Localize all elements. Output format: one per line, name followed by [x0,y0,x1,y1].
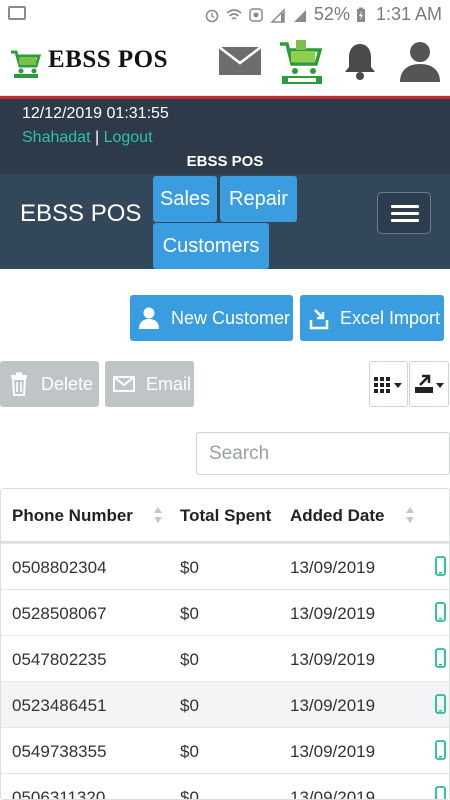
table-row[interactable]: 0506311320 $0 13/09/2019 [1,773,449,800]
app-logo-text: EBSS POS [48,46,169,73]
cell-total-spent: $0 [180,742,199,761]
cell-total-spent: $0 [180,604,199,623]
user-icon[interactable] [398,40,442,82]
grid-columns-icon [374,377,402,393]
mobile-phone-icon[interactable] [435,648,446,668]
cell-added-date: 13/09/2019 [290,558,376,577]
search-input[interactable] [196,432,450,475]
main-navbar: EBSS POS Sales Repair Customers [0,174,450,269]
table-row[interactable]: 0547802235 $0 13/09/2019 [1,635,449,681]
nav-repair[interactable]: Repair [220,176,297,222]
app-header: EBSS POS [0,30,450,96]
table-header: Phone Number Total Spent Added Date [1,489,449,543]
trash-icon [11,372,27,396]
signal-1-icon [270,7,285,23]
screenshot-notification-icon [8,6,26,20]
status-bar: 52% 1:31 AM [0,0,450,30]
mobile-phone-icon[interactable] [435,786,446,800]
table-row[interactable]: 0508802304 $0 13/09/2019 [1,543,449,589]
user-add-icon [139,307,159,329]
delete-button[interactable]: Delete [0,361,99,407]
cell-phone: 0508802304 [12,558,107,577]
wifi-icon [226,8,242,20]
new-customer-button[interactable]: New Customer [130,295,293,341]
mobile-phone-icon[interactable] [435,740,446,760]
status-icons: 52% 1:31 AM [204,4,442,25]
navbar-brand[interactable]: EBSS POS [20,200,141,228]
cell-phone: 0547802235 [12,650,107,669]
session-datetime: 12/12/2019 01:31:55 [22,105,169,122]
table-row[interactable]: 0528508067 $0 13/09/2019 [1,589,449,635]
cell-added-date: 13/09/2019 [290,742,376,761]
session-info-bar: 12/12/2019 01:31:55 Shahadat | Logout EB… [0,96,450,174]
cell-total-spent: $0 [180,558,199,577]
sort-icon[interactable] [405,505,415,525]
pos-cart-logo-icon [11,50,42,78]
logout-link[interactable]: Logout [104,129,153,146]
column-header-total-spent[interactable]: Total Spent [180,506,271,526]
username-link[interactable]: Shahadat [22,129,91,146]
columns-toggle-button[interactable] [369,361,408,407]
export-button[interactable] [409,361,449,407]
alarm-icon [205,9,219,22]
customers-table: Phone Number Total Spent Added Date 0508… [0,488,450,800]
mobile-phone-icon[interactable] [435,602,446,622]
cell-phone: 0549738355 [12,742,107,761]
column-header-phone[interactable]: Phone Number [12,506,133,526]
cell-total-spent: $0 [180,696,199,715]
sort-icon[interactable] [153,505,163,525]
new-customer-label: New Customer [171,308,291,328]
delete-label: Delete [41,374,94,394]
import-icon [309,309,329,330]
cell-added-date: 13/09/2019 [290,788,376,800]
pos-logo-icon[interactable] [276,38,328,86]
mail-icon[interactable] [218,44,262,78]
column-header-added-date[interactable]: Added Date [290,506,384,526]
envelope-icon [113,376,135,392]
mobile-phone-icon[interactable] [435,556,446,576]
clock: 1:31 AM [375,4,442,24]
battery-percent: 52% [313,4,350,24]
battery-charging-icon [356,7,365,22]
cell-added-date: 13/09/2019 [290,650,376,669]
cell-added-date: 13/09/2019 [290,696,376,715]
export-icon [415,374,444,393]
signal-2-icon [293,9,306,22]
nav-customers[interactable]: Customers [153,223,269,269]
mobile-phone-icon[interactable] [435,694,446,714]
cell-phone: 0528508067 [12,604,107,623]
excel-import-button[interactable]: Excel Import [300,295,444,341]
menu-bar-icon [391,205,419,208]
separator: | [94,129,100,146]
cell-added-date: 13/09/2019 [290,604,376,623]
info-title: EBSS POS [186,153,264,170]
cell-total-spent: $0 [180,650,199,669]
cell-phone: 0506311320 [12,788,106,800]
menu-toggle-button[interactable] [377,192,431,234]
user-links: Shahadat | Logout [22,129,153,147]
email-button[interactable]: Email [105,361,194,407]
email-label: Email [146,374,192,394]
bell-icon[interactable] [340,40,380,82]
data-saver-icon [249,7,263,22]
menu-bar-icon [391,219,419,222]
cell-phone: 0523486451 [12,696,107,715]
excel-import-label: Excel Import [340,308,441,328]
menu-bar-icon [391,212,419,215]
nav-sales[interactable]: Sales [153,176,217,222]
table-row[interactable]: 0523486451 $0 13/09/2019 [1,681,449,727]
table-row[interactable]: 0549738355 $0 13/09/2019 [1,727,449,773]
cell-total-spent: $0 [180,788,199,800]
